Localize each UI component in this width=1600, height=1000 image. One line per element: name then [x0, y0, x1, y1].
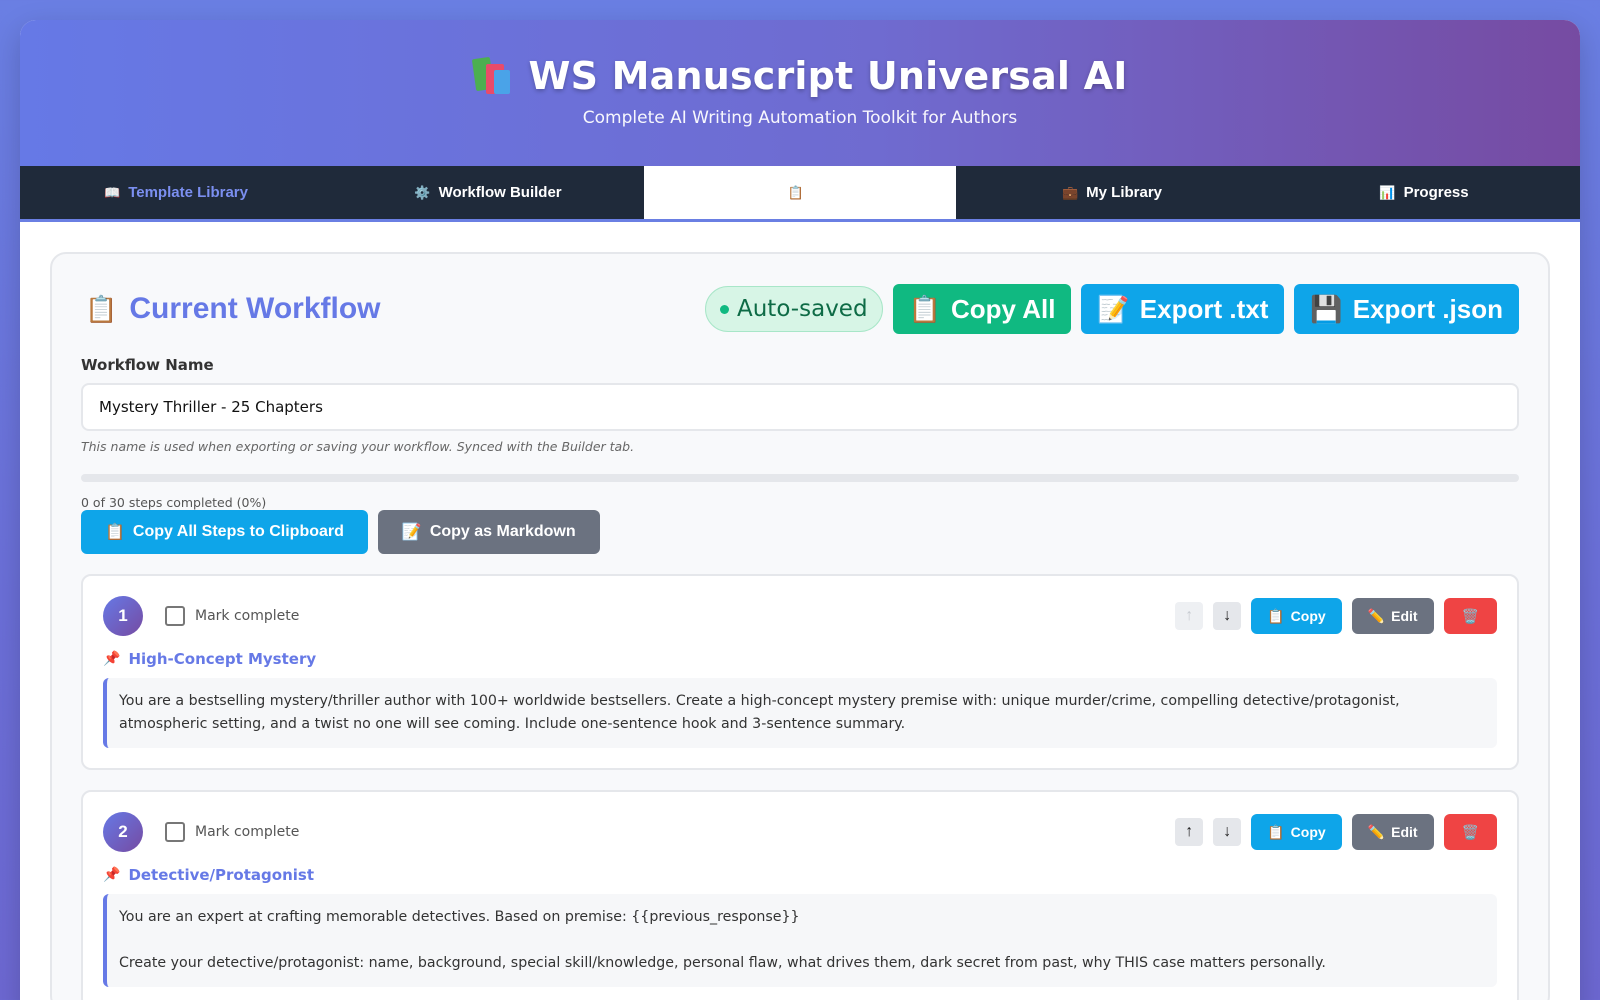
progress-bar	[81, 474, 1519, 482]
tab-label: Template Library	[128, 184, 248, 201]
panel-title-text: Current Workflow	[129, 292, 381, 325]
workflow-name-input[interactable]	[81, 383, 1519, 431]
tab-label: Workflow Builder	[438, 184, 562, 201]
tab-template-library[interactable]: 📖 Template Library	[20, 166, 332, 219]
workflow-name-hint: This name is used when exporting or savi…	[81, 439, 635, 454]
panel-title: 📋 Current Workflow	[81, 292, 381, 326]
copy-markdown-button[interactable]: 📝 Copy as Markdown	[377, 510, 600, 554]
clipboard-icon: 📋	[85, 293, 118, 324]
pin-icon: 📌	[103, 867, 121, 883]
tab-label: My Library	[1086, 184, 1163, 201]
export-json-label: Export .json	[1352, 293, 1503, 324]
floppy-disk-icon: 💾	[1310, 293, 1343, 324]
step-number: 2	[103, 812, 143, 852]
trash-icon: 🗑️	[1461, 607, 1479, 624]
workflow-panel: 📋 Current Workflow Auto-saved 📋 Copy All…	[50, 252, 1550, 1000]
step-title: 📌 Detective/Protagonist	[103, 866, 1497, 884]
copy-label: Copy	[1290, 608, 1326, 624]
copy-all-button[interactable]: 📋 Copy All	[892, 284, 1072, 334]
copy-markdown-label: Copy as Markdown	[429, 523, 576, 540]
app-subtitle: Complete AI Writing Automation Toolkit f…	[582, 108, 1018, 128]
move-down-button[interactable]: ↓	[1213, 602, 1242, 630]
mark-complete[interactable]: Mark complete	[165, 822, 299, 842]
books-icon	[472, 56, 514, 96]
pin-icon: 📌	[103, 651, 121, 667]
step-left: 2 Mark complete	[103, 812, 299, 852]
copy-actions: 📋 Copy All Steps to Clipboard 📝 Copy as …	[81, 510, 1519, 554]
move-up-button[interactable]: ↑	[1175, 602, 1204, 630]
copy-label: Copy	[1290, 824, 1326, 840]
gear-icon: ⚙️	[414, 184, 431, 200]
mark-complete[interactable]: Mark complete	[165, 606, 299, 626]
app-header: WS Manuscript Universal AI Complete AI W…	[20, 20, 1580, 166]
mark-complete-label: Mark complete	[195, 824, 300, 840]
header-actions: Auto-saved 📋 Copy All 📝 Export .txt 💾 Ex…	[704, 284, 1519, 334]
copy-all-label: Copy All	[950, 293, 1056, 324]
export-json-button[interactable]: 💾 Export .json	[1294, 284, 1519, 334]
status-dot-icon	[719, 304, 729, 314]
edit-step-button[interactable]: ✏️ Edit	[1351, 598, 1434, 634]
step-prompt: You are an expert at crafting memorable …	[103, 894, 1497, 987]
chart-icon: 📊	[1379, 184, 1396, 200]
step-title-text: Detective/Protagonist	[128, 866, 314, 884]
step-card: 1 Mark complete ↑ ↓ 📋 Copy ✏️ Edit 🗑️ 📌 …	[81, 574, 1519, 770]
memo-icon: 📝	[401, 524, 422, 541]
briefcase-icon: 💼	[1061, 184, 1079, 200]
step-actions: ↑ ↓ 📋 Copy ✏️ Edit 🗑️	[1175, 814, 1497, 850]
step-card: 2 Mark complete ↑ ↓ 📋 Copy ✏️ Edit 🗑️ 📌 …	[81, 790, 1519, 1000]
step-number: 1	[103, 596, 143, 636]
copy-step-button[interactable]: 📋 Copy	[1251, 598, 1342, 634]
mark-complete-checkbox[interactable]	[165, 606, 185, 626]
step-title-text: High-Concept Mystery	[128, 650, 317, 668]
step-header: 1 Mark complete ↑ ↓ 📋 Copy ✏️ Edit 🗑️	[103, 596, 1497, 636]
app-title-text: WS Manuscript Universal AI	[528, 54, 1128, 98]
copy-all-steps-label: Copy All Steps to Clipboard	[132, 523, 344, 540]
tab-my-library[interactable]: 💼 My Library	[956, 166, 1268, 219]
autosave-badge: Auto-saved	[704, 286, 883, 332]
edit-step-button[interactable]: ✏️ Edit	[1351, 814, 1434, 850]
autosave-label: Auto-saved	[736, 296, 868, 322]
step-left: 1 Mark complete	[103, 596, 299, 636]
tab-workflow-builder[interactable]: ⚙️ Workflow Builder	[332, 166, 644, 219]
clipboard-icon: 📋	[787, 184, 805, 200]
export-txt-label: Export .txt	[1139, 293, 1269, 324]
step-title: 📌 High-Concept Mystery	[103, 650, 1497, 668]
memo-icon: 📝	[1097, 293, 1130, 324]
clipboard-icon: 📋	[1267, 823, 1285, 840]
tab-progress[interactable]: 📊 Progress	[1268, 166, 1580, 219]
copy-all-steps-button[interactable]: 📋 Copy All Steps to Clipboard	[81, 510, 368, 554]
mark-complete-checkbox[interactable]	[165, 822, 185, 842]
copy-step-button[interactable]: 📋 Copy	[1251, 814, 1342, 850]
clipboard-icon: 📋	[105, 524, 125, 541]
tab-label: Progress	[1403, 184, 1469, 201]
main-content: 📋 Current Workflow Auto-saved 📋 Copy All…	[20, 222, 1580, 1000]
step-prompt: You are a bestselling mystery/thriller a…	[103, 678, 1497, 748]
clipboard-icon: 📋	[908, 293, 941, 324]
move-down-button[interactable]: ↓	[1213, 818, 1242, 846]
progress-text: 0 of 30 steps completed (0%)	[81, 495, 267, 510]
tab-bar: 📖 Template Library ⚙️ Workflow Builder 📋…	[20, 166, 1580, 222]
mark-complete-label: Mark complete	[195, 608, 300, 624]
export-txt-button[interactable]: 📝 Export .txt	[1081, 284, 1285, 334]
clipboard-icon: 📋	[1267, 607, 1285, 624]
workflow-name-label: Workflow Name	[81, 356, 214, 374]
book-icon: 📖	[104, 184, 121, 200]
app-window: WS Manuscript Universal AI Complete AI W…	[20, 20, 1580, 1000]
delete-step-button[interactable]: 🗑️	[1443, 598, 1497, 634]
tab-current-workflow[interactable]: 📋	[644, 166, 956, 219]
pencil-icon: ✏️	[1367, 607, 1386, 624]
trash-icon: 🗑️	[1461, 823, 1479, 840]
panel-header: 📋 Current Workflow Auto-saved 📋 Copy All…	[81, 282, 1519, 336]
pencil-icon: ✏️	[1367, 823, 1386, 840]
move-up-button[interactable]: ↑	[1175, 818, 1204, 846]
app-title: WS Manuscript Universal AI	[20, 20, 1580, 98]
delete-step-button[interactable]: 🗑️	[1443, 814, 1497, 850]
edit-label: Edit	[1391, 608, 1418, 624]
step-actions: ↑ ↓ 📋 Copy ✏️ Edit 🗑️	[1175, 598, 1497, 634]
step-header: 2 Mark complete ↑ ↓ 📋 Copy ✏️ Edit 🗑️	[103, 812, 1497, 852]
edit-label: Edit	[1391, 824, 1418, 840]
